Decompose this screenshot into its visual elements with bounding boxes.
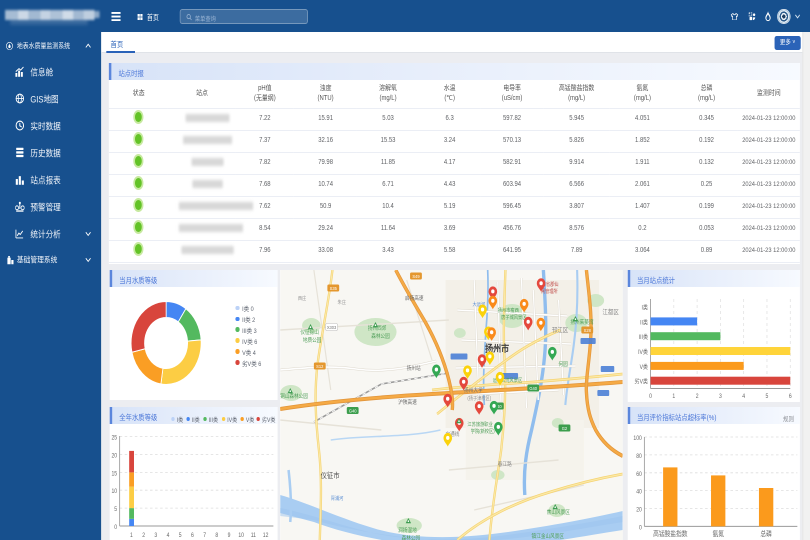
svg-text:12: 12 — [263, 533, 269, 539]
svg-text:润扬湿地: 润扬湿地 — [398, 526, 417, 534]
svg-text:氨氮: 氨氮 — [712, 528, 724, 538]
svg-text:S28: S28 — [584, 327, 592, 332]
svg-text:G40: G40 — [349, 408, 357, 413]
svg-text:江都区: 江都区 — [602, 307, 618, 316]
svg-text:沪陕高速: 沪陕高速 — [398, 398, 417, 406]
svg-text:V类: V类 — [640, 362, 649, 371]
svg-text:镇江金山风景区: 镇江金山风景区 — [532, 532, 564, 540]
svg-text:何园: 何园 — [559, 360, 568, 368]
svg-text:邗江区: 邗江区 — [552, 325, 568, 334]
svg-text:西庄: 西庄 — [298, 294, 307, 302]
svg-text:4: 4 — [742, 393, 745, 399]
svg-text:江苏旅游职业: 江苏旅游职业 — [467, 420, 493, 428]
svg-text:60: 60 — [636, 471, 642, 477]
svg-text:森林公园: 森林公园 — [402, 534, 421, 540]
svg-text:S12: S12 — [316, 363, 324, 368]
svg-text:G2: G2 — [562, 425, 568, 430]
svg-text:15: 15 — [112, 471, 118, 477]
svg-text:铜山森林公园: 铜山森林公园 — [280, 392, 308, 400]
svg-text:胥浦河: 胥浦河 — [331, 494, 344, 502]
svg-text:仪征捺山: 仪征捺山 — [300, 328, 319, 336]
svg-text:8: 8 — [216, 533, 219, 539]
svg-text:1: 1 — [672, 393, 675, 399]
svg-text:X303: X303 — [327, 324, 337, 329]
svg-text:6: 6 — [789, 393, 792, 399]
svg-text:25: 25 — [112, 435, 118, 441]
svg-text:5: 5 — [179, 533, 182, 539]
svg-text:7: 7 — [204, 533, 207, 539]
svg-text:II类: II类 — [640, 317, 648, 326]
svg-text:IV类: IV类 — [638, 347, 648, 356]
svg-text:G40: G40 — [529, 385, 537, 390]
svg-text:仪征市: 仪征市 — [321, 470, 340, 480]
svg-text:高锰酸盐指数: 高锰酸盐指数 — [653, 528, 688, 538]
svg-text:唐子城风景区: 唐子城风景区 — [501, 313, 527, 321]
svg-text:学院(新校区): 学院(新校区) — [471, 427, 495, 435]
svg-text:S35: S35 — [330, 285, 338, 290]
svg-text:0: 0 — [649, 393, 652, 399]
svg-text:(扬子津校区): (扬子津校区) — [467, 394, 491, 402]
svg-text:劣V类: 劣V类 — [635, 377, 649, 386]
svg-text:扬州大学: 扬州大学 — [464, 386, 483, 394]
svg-text:S49: S49 — [412, 273, 420, 278]
svg-text:春江路: 春江路 — [498, 460, 512, 468]
svg-text:3: 3 — [155, 533, 158, 539]
svg-text:2: 2 — [143, 533, 146, 539]
svg-text:扬州市瘦西: 扬州市瘦西 — [498, 306, 519, 314]
svg-text:40: 40 — [636, 489, 642, 495]
svg-text:III类: III类 — [639, 332, 649, 341]
svg-text:启扬高速: 启扬高速 — [405, 294, 424, 302]
svg-text:朱庄: 朱庄 — [338, 298, 347, 306]
svg-text:5: 5 — [115, 507, 118, 513]
svg-text:6: 6 — [191, 533, 194, 539]
svg-text:2: 2 — [696, 393, 699, 399]
svg-text:80: 80 — [636, 454, 642, 460]
svg-text:20: 20 — [112, 453, 118, 459]
svg-text:3: 3 — [719, 393, 722, 399]
svg-text:森林公园: 森林公园 — [371, 332, 390, 340]
svg-text:4: 4 — [167, 533, 170, 539]
svg-text:11: 11 — [251, 533, 256, 539]
svg-text:0: 0 — [115, 525, 118, 531]
svg-text:5: 5 — [766, 393, 769, 399]
svg-text:地质公园: 地质公园 — [303, 336, 322, 344]
svg-text:I类: I类 — [642, 303, 649, 312]
svg-text:20: 20 — [636, 507, 642, 513]
svg-text:1: 1 — [130, 533, 133, 539]
svg-text:0: 0 — [639, 525, 642, 531]
svg-text:闸管理所: 闸管理所 — [541, 287, 558, 295]
svg-text:10: 10 — [239, 533, 245, 539]
svg-text:总磷: 总磷 — [760, 528, 772, 538]
svg-text:焦山风景区: 焦山风景区 — [547, 508, 570, 516]
svg-text:9: 9 — [228, 533, 231, 539]
svg-text:10: 10 — [112, 489, 118, 495]
svg-text:扬州站: 扬州站 — [407, 364, 421, 372]
svg-text:100: 100 — [633, 436, 641, 442]
